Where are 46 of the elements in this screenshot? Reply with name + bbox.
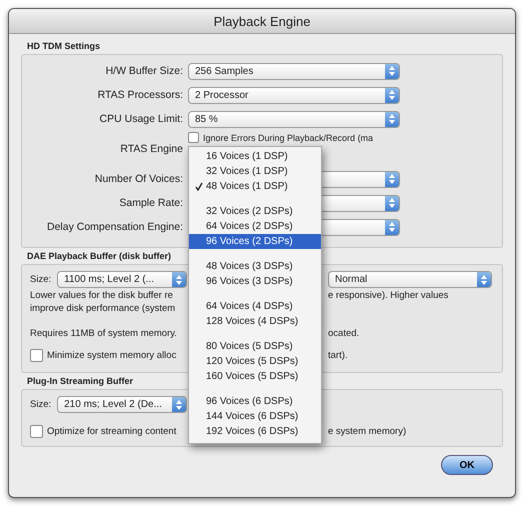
field-label: RTAS Engine bbox=[119, 142, 183, 155]
menu-item[interactable]: 120 Voices (5 DSPs) bbox=[189, 354, 321, 369]
field-label: RTAS Processors: bbox=[96, 89, 183, 101]
menu-item[interactable]: 192 Voices (6 DSPs) bbox=[189, 424, 321, 439]
popup-menu[interactable]: 85 % bbox=[188, 110, 400, 128]
menu-item[interactable]: 32 Voices (1 DSP) bbox=[189, 164, 321, 179]
menu-item[interactable]: 144 Voices (6 DSPs) bbox=[189, 409, 321, 424]
field-label: CPU Usage Limit: bbox=[98, 113, 183, 125]
note-text: e responsive). Higher values bbox=[328, 290, 450, 301]
popup-menu[interactable]: 210 ms; Level 2 (De... bbox=[57, 396, 188, 413]
note-text: ocated. bbox=[328, 328, 360, 339]
ok-button[interactable]: OK bbox=[441, 455, 493, 475]
menu-item[interactable]: 128 Voices (4 DSPs) bbox=[189, 314, 321, 329]
menu-item[interactable]: 96 Voices (3 DSPs) bbox=[189, 274, 321, 289]
field-label: H/W Buffer Size: bbox=[104, 65, 183, 77]
note-text: Requires 11MB of system memory. bbox=[30, 328, 178, 339]
menu-item[interactable]: 64 Voices (4 DSPs) bbox=[189, 299, 321, 314]
popup-menu[interactable]: 2 Processor bbox=[188, 86, 400, 104]
section-title: HD TDM Settings bbox=[27, 41, 100, 51]
menu-item[interactable]: 96 Voices (2 DSPs) bbox=[189, 234, 321, 249]
popup-menu[interactable]: 256 Samples bbox=[188, 62, 400, 80]
popup-menu[interactable]: Normal bbox=[328, 271, 492, 288]
checkbox-label: e system memory) bbox=[328, 426, 408, 437]
field-label: Delay Compensation Engine: bbox=[46, 221, 183, 233]
checkbox-label: tart). bbox=[328, 350, 349, 361]
popup-menu[interactable]: 1100 ms; Level 2 (... bbox=[57, 271, 188, 288]
menu-item[interactable]: 160 Voices (5 DSPs) bbox=[189, 369, 321, 384]
field-label: Size: bbox=[30, 274, 52, 285]
window-title: Playback Engine bbox=[214, 14, 310, 28]
section-title: Plug-In Streaming Buffer bbox=[27, 376, 134, 386]
checkbox-label: Optimize for streaming content bbox=[47, 426, 176, 437]
menu-item[interactable]: 32 Voices (2 DSPs) bbox=[189, 204, 321, 219]
checkbox-label: Ignore Errors During Playback/Record (ma bbox=[203, 132, 374, 142]
note-text: improve disk performance (system bbox=[30, 303, 176, 314]
note-text: Lower values for the disk buffer re bbox=[30, 290, 174, 301]
menu-item[interactable]: 16 Voices (1 DSP) bbox=[189, 149, 321, 164]
menu-item[interactable]: 48 Voices (3 DSPs) bbox=[189, 259, 321, 274]
section-title: DAE Playback Buffer (disk buffer) bbox=[27, 251, 172, 261]
menu-item[interactable]: 96 Voices (6 DSPs) bbox=[189, 394, 321, 409]
menu-item[interactable]: 64 Voices (2 DSPs) bbox=[189, 219, 321, 234]
field-label: Size: bbox=[30, 399, 52, 410]
checkbox-label: Minimize system memory alloc bbox=[47, 350, 176, 361]
menu-item[interactable]: 80 Voices (5 DSPs) bbox=[189, 339, 321, 354]
field-label: Number Of Voices: bbox=[94, 173, 183, 185]
field-label: Sample Rate: bbox=[118, 197, 183, 209]
menu-item[interactable]: 48 Voices (1 DSP) bbox=[189, 179, 321, 194]
